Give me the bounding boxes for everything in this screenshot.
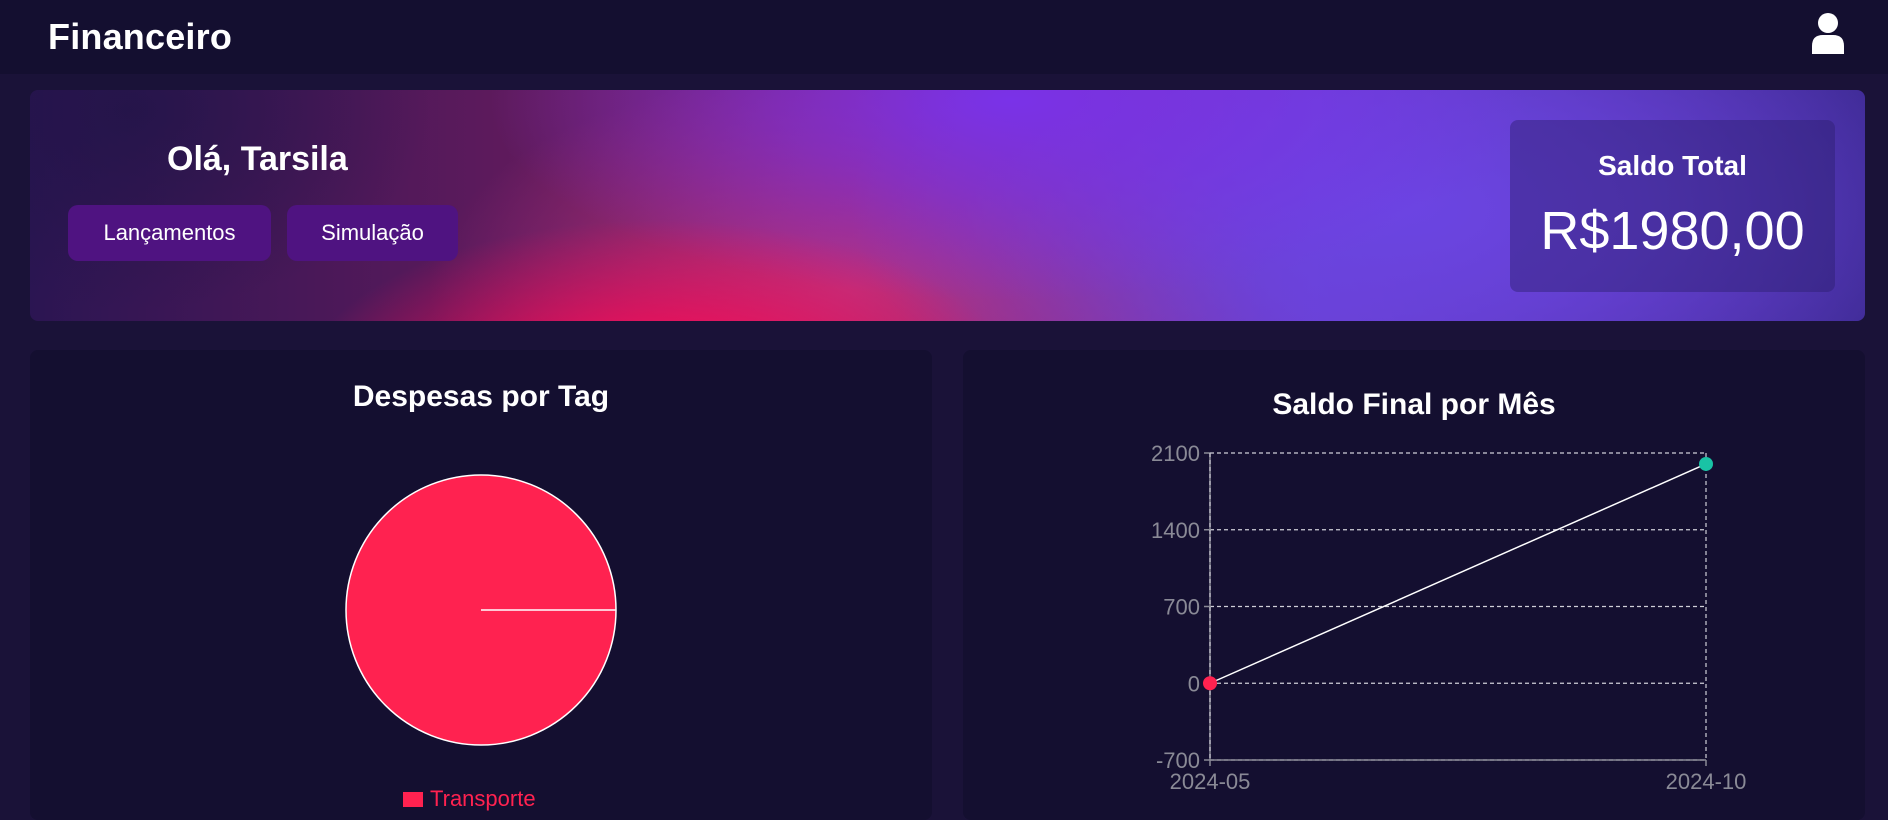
legend-label: Transporte <box>430 786 536 811</box>
balance-line-chart: -7000700140021002024-05 2024-10 <box>1151 441 1747 794</box>
data-point <box>1699 456 1713 471</box>
hero-banner: Olá, Tarsila Lançamentos Simulação Saldo… <box>30 90 1865 321</box>
top-bar: Financeiro <box>0 0 1888 74</box>
x-tick-label: 2024-05 <box>1170 769 1251 794</box>
y-tick-label: 1400 <box>1151 518 1200 543</box>
series-line <box>1209 463 1707 684</box>
y-tick-label: 2100 <box>1151 441 1200 466</box>
lancamentos-button[interactable]: Lançamentos <box>68 205 271 261</box>
user-icon[interactable] <box>1810 12 1846 54</box>
simulacao-button[interactable]: Simulação <box>287 205 458 261</box>
balance-label: Saldo Total <box>1598 150 1747 181</box>
expenses-pie-chart <box>345 474 617 746</box>
y-tick-label: 0 <box>1188 671 1200 696</box>
legend-swatch <box>403 791 423 807</box>
x-tick-label: 2024-10 <box>1666 769 1747 794</box>
balance-value: R$1980,00 <box>1540 201 1805 261</box>
legend-item-transporte[interactable]: Transporte <box>403 786 536 812</box>
balance-by-month-panel: Saldo Final por Mês -700 0 700 1400 2100 2024… <box>963 350 1865 820</box>
y-tick-label: 700 <box>1163 595 1200 620</box>
greeting: Olá, Tarsila <box>167 140 348 178</box>
data-point <box>1203 676 1217 691</box>
balance-card: Saldo Total R$1980,00 <box>1510 120 1835 292</box>
expenses-by-tag-panel: Despesas por Tag Transporte <box>30 350 932 820</box>
app-title: Financeiro <box>48 16 233 57</box>
